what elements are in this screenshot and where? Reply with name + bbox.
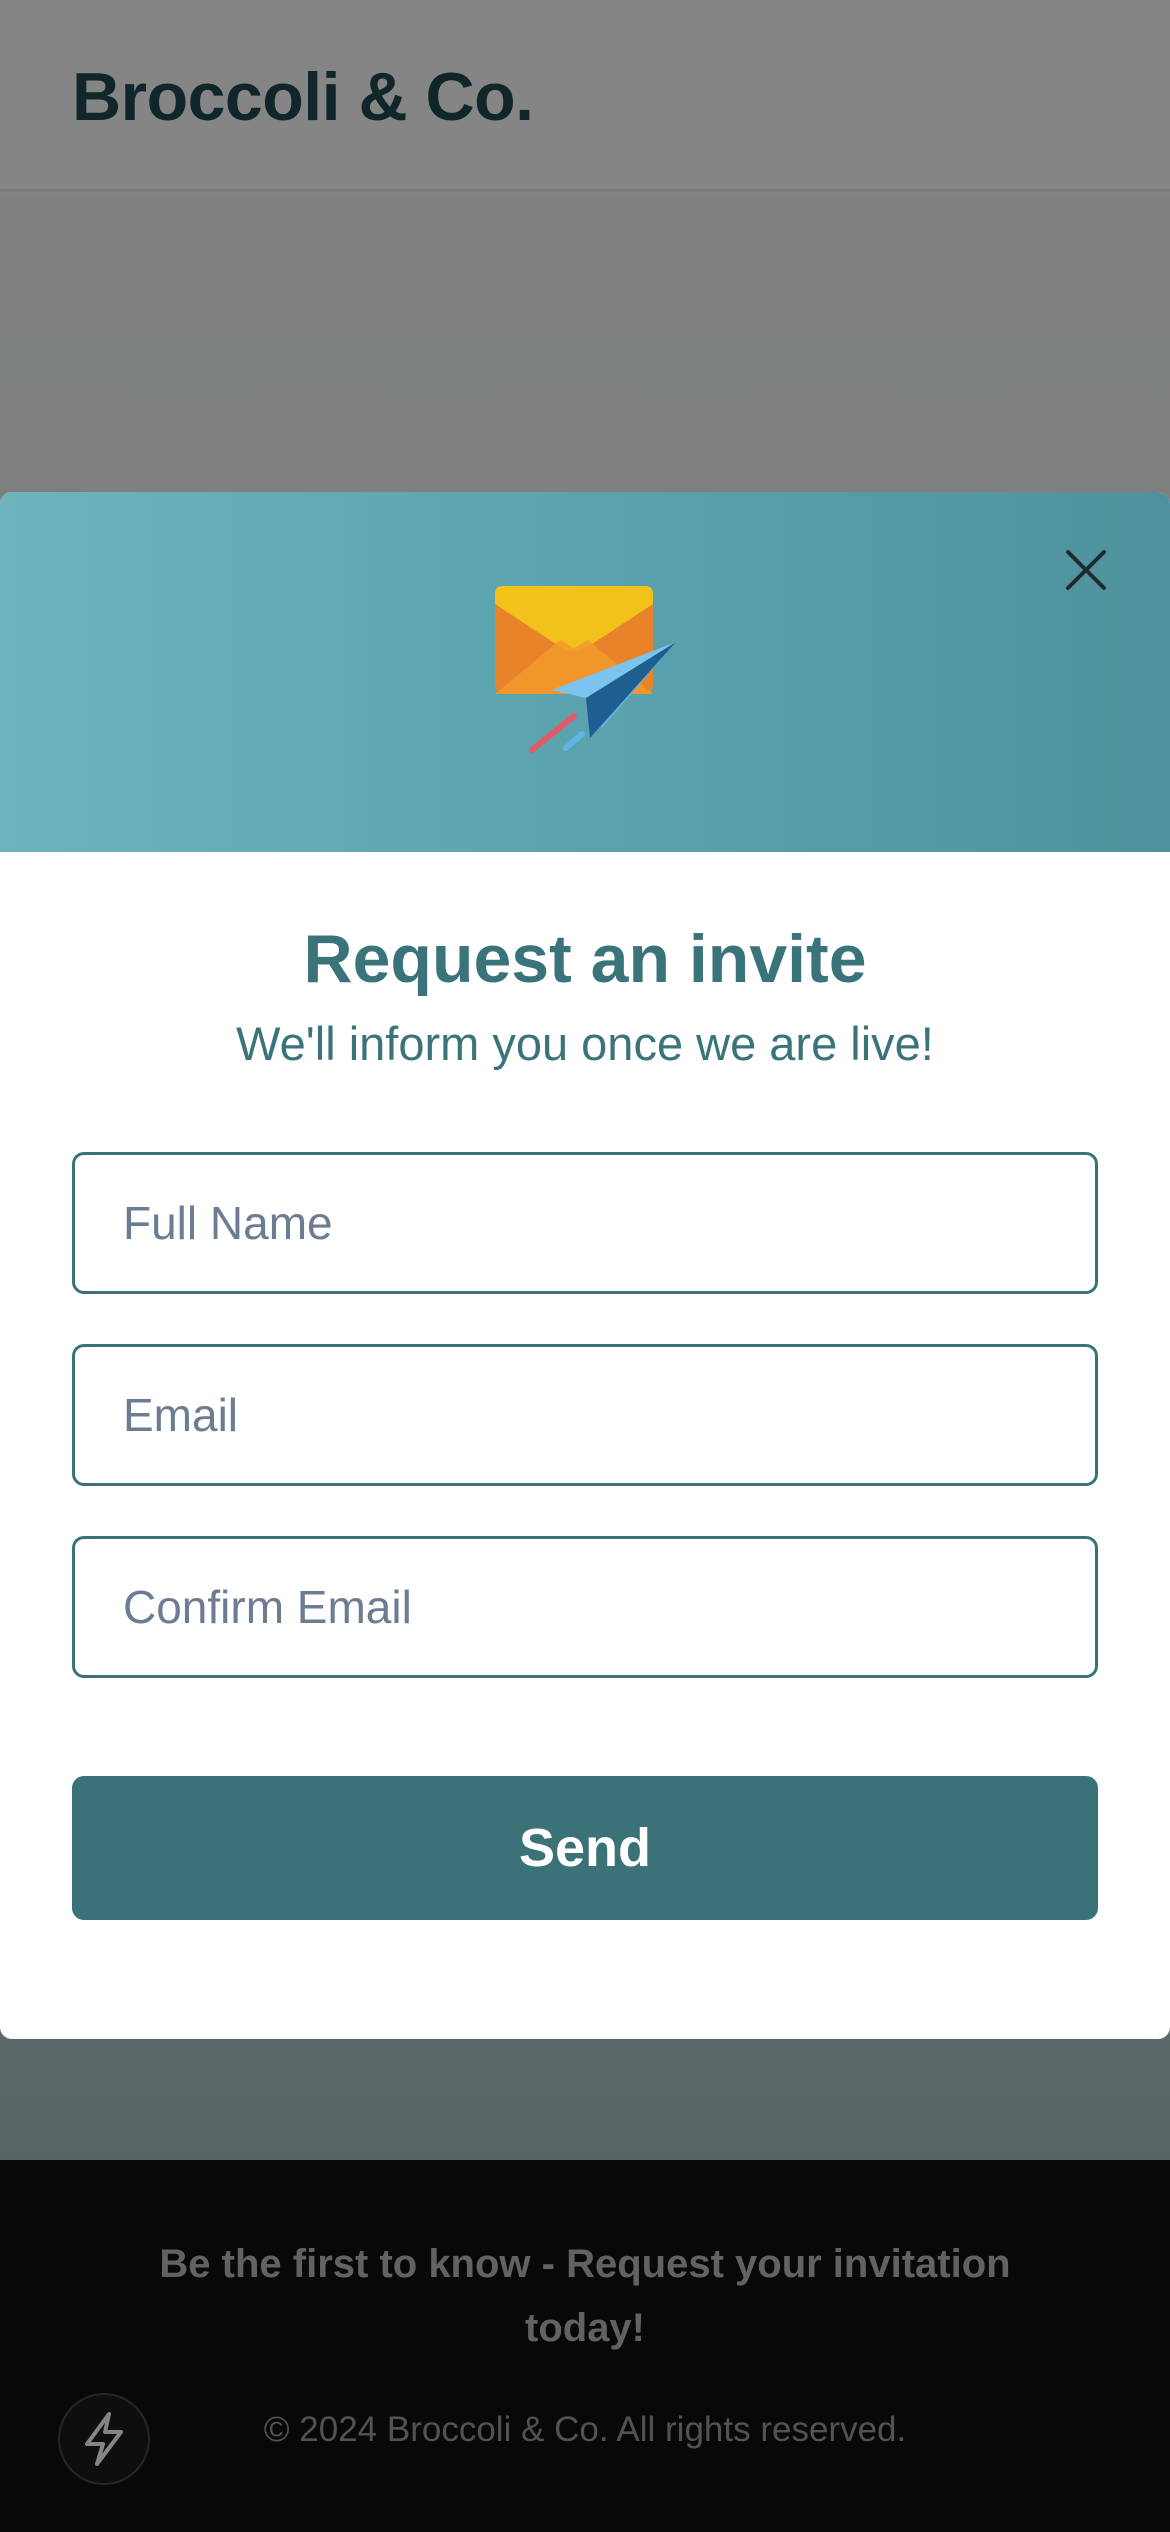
close-button[interactable] — [1056, 540, 1116, 600]
modal-banner — [0, 492, 1170, 852]
modal-subtitle: We'll inform you once we are live! — [236, 1017, 934, 1070]
email-input[interactable] — [72, 1344, 1098, 1486]
modal-title: Request an invite — [303, 921, 867, 997]
send-button[interactable]: Send — [72, 1776, 1098, 1920]
invite-modal: Request an invite We'll inform you once … — [0, 492, 1170, 2039]
full-name-input[interactable] — [72, 1152, 1098, 1294]
close-icon — [1066, 550, 1106, 590]
confirm-email-input[interactable] — [72, 1536, 1098, 1678]
envelope-paper-plane-icon — [495, 586, 676, 753]
